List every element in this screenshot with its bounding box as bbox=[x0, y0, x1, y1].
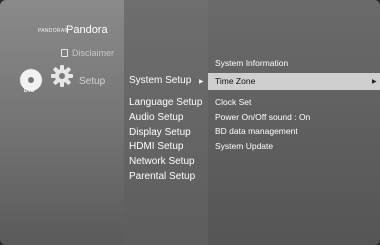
system-setup-menu-item[interactable]: System Setup bbox=[129, 75, 191, 86]
setup-menu-item[interactable]: Setup bbox=[79, 76, 105, 87]
parental-setup-menu-item[interactable]: Parental Setup bbox=[129, 171, 202, 186]
tv-menu-screen: PANDORA® Pandora Disclaimer Setup DVD Sy… bbox=[0, 0, 380, 245]
audio-setup-menu-item[interactable]: Audio Setup bbox=[129, 112, 202, 127]
display-setup-menu-item[interactable]: Display Setup bbox=[129, 127, 202, 142]
bd-data-management-menu-item[interactable]: BD data management bbox=[215, 126, 310, 141]
disclaimer-menu-item[interactable]: Disclaimer bbox=[72, 48, 114, 58]
arrow-right-icon: ▶ bbox=[199, 79, 204, 85]
clock-set-menu-item[interactable]: Clock Set bbox=[215, 97, 310, 112]
pandora-logo-small: PANDORA® bbox=[38, 28, 69, 34]
pandora-menu-item[interactable]: Pandora bbox=[66, 24, 108, 36]
language-setup-menu-item[interactable]: Language Setup bbox=[129, 97, 202, 112]
arrow-right-icon: ▶ bbox=[372, 79, 377, 85]
page-icon bbox=[61, 49, 68, 57]
network-setup-menu-item[interactable]: Network Setup bbox=[129, 156, 202, 171]
right-menu-list: Clock Set Power On/Off sound : On BD dat… bbox=[215, 97, 310, 155]
system-update-menu-item[interactable]: System Update bbox=[215, 141, 310, 156]
disc-label: DVD bbox=[24, 88, 35, 94]
hdmi-setup-menu-item[interactable]: HDMI Setup bbox=[129, 141, 202, 156]
gear-icon bbox=[51, 65, 73, 87]
middle-menu-list: Language Setup Audio Setup Display Setup… bbox=[129, 97, 202, 186]
power-sound-menu-item[interactable]: Power On/Off sound : On bbox=[215, 112, 310, 127]
time-zone-menu-item[interactable]: Time Zone bbox=[215, 76, 255, 86]
system-information-menu-item[interactable]: System Information bbox=[215, 58, 288, 68]
